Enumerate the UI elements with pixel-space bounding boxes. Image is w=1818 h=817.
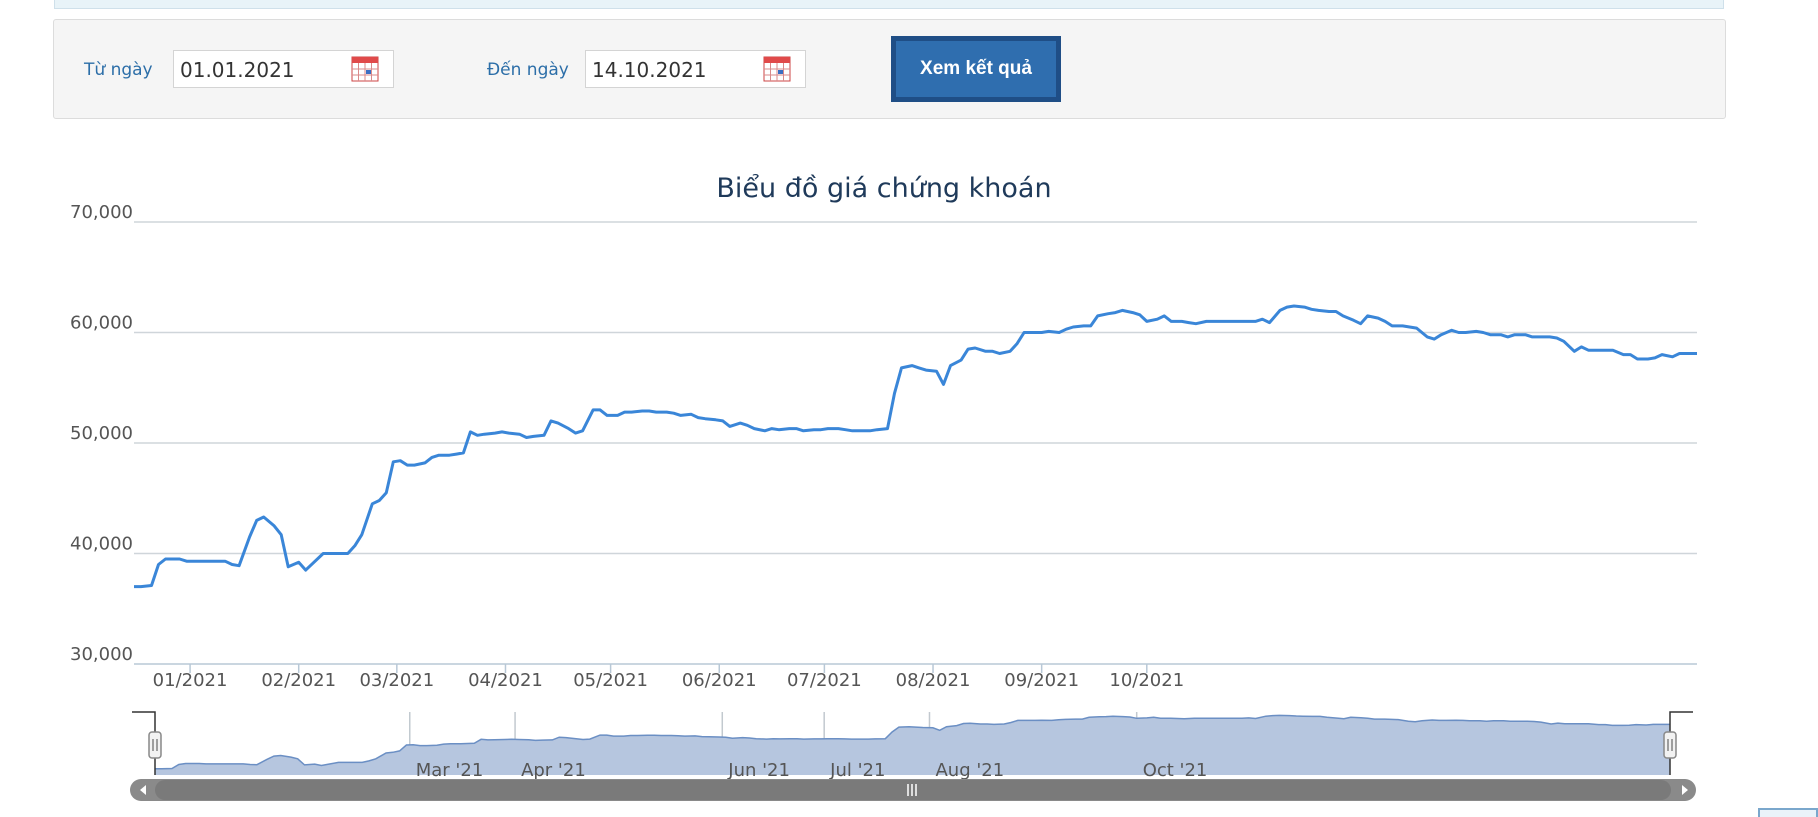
corner-widget xyxy=(1758,808,1818,817)
x-tick-label: 06/2021 xyxy=(682,670,757,691)
x-tick-label: 08/2021 xyxy=(896,670,971,691)
y-tick-label: 30,000 xyxy=(70,644,133,665)
navigator-tick-label: Jun '21 xyxy=(727,760,790,781)
navigator-tick-label: Aug '21 xyxy=(935,760,1004,781)
y-axis-labels: 70,000 60,000 50,000 40,000 30,000 xyxy=(70,202,133,665)
x-tick-label: 05/2021 xyxy=(573,670,648,691)
x-tick-label: 09/2021 xyxy=(1004,670,1079,691)
price-series xyxy=(134,304,1697,589)
navigator-tick-label: Jul '21 xyxy=(829,760,885,781)
navigator-tick-label: Oct '21 xyxy=(1143,760,1208,781)
x-tick-label: 03/2021 xyxy=(359,670,434,691)
navigator-left-handle[interactable] xyxy=(148,731,162,759)
navigator[interactable]: Mar '21 Apr '21 Jun '21 Jul '21 Aug '21 Oct '… xyxy=(130,711,1696,801)
series-line xyxy=(134,304,1697,589)
y-tick-label: 60,000 xyxy=(70,313,133,334)
navigator-tick-label: Apr '21 xyxy=(521,760,586,781)
grid-lines xyxy=(134,221,1697,665)
y-tick-label: 70,000 xyxy=(70,202,133,223)
navigator-tick-label: Mar '21 xyxy=(416,760,484,781)
x-tick-label: 10/2021 xyxy=(1109,670,1184,691)
x-tick-label: 04/2021 xyxy=(468,670,543,691)
x-tick-label: 01/2021 xyxy=(153,670,228,691)
x-tick-label: 07/2021 xyxy=(787,670,862,691)
chart-title: Biểu đồ giá chứng khoán xyxy=(716,173,1051,204)
y-tick-label: 40,000 xyxy=(70,534,133,555)
y-tick-label: 50,000 xyxy=(70,423,133,444)
navigator-right-handle[interactable] xyxy=(1663,731,1677,759)
stock-price-chart: Biểu đồ giá chứng khoán 70,000 60,000 50,0… xyxy=(70,173,1697,801)
navigator-scrollbar[interactable] xyxy=(130,779,1696,801)
x-axis-labels: 01/2021 02/2021 03/2021 04/2021 05/2021 06/20… xyxy=(153,664,1184,691)
x-tick-label: 02/2021 xyxy=(261,670,336,691)
